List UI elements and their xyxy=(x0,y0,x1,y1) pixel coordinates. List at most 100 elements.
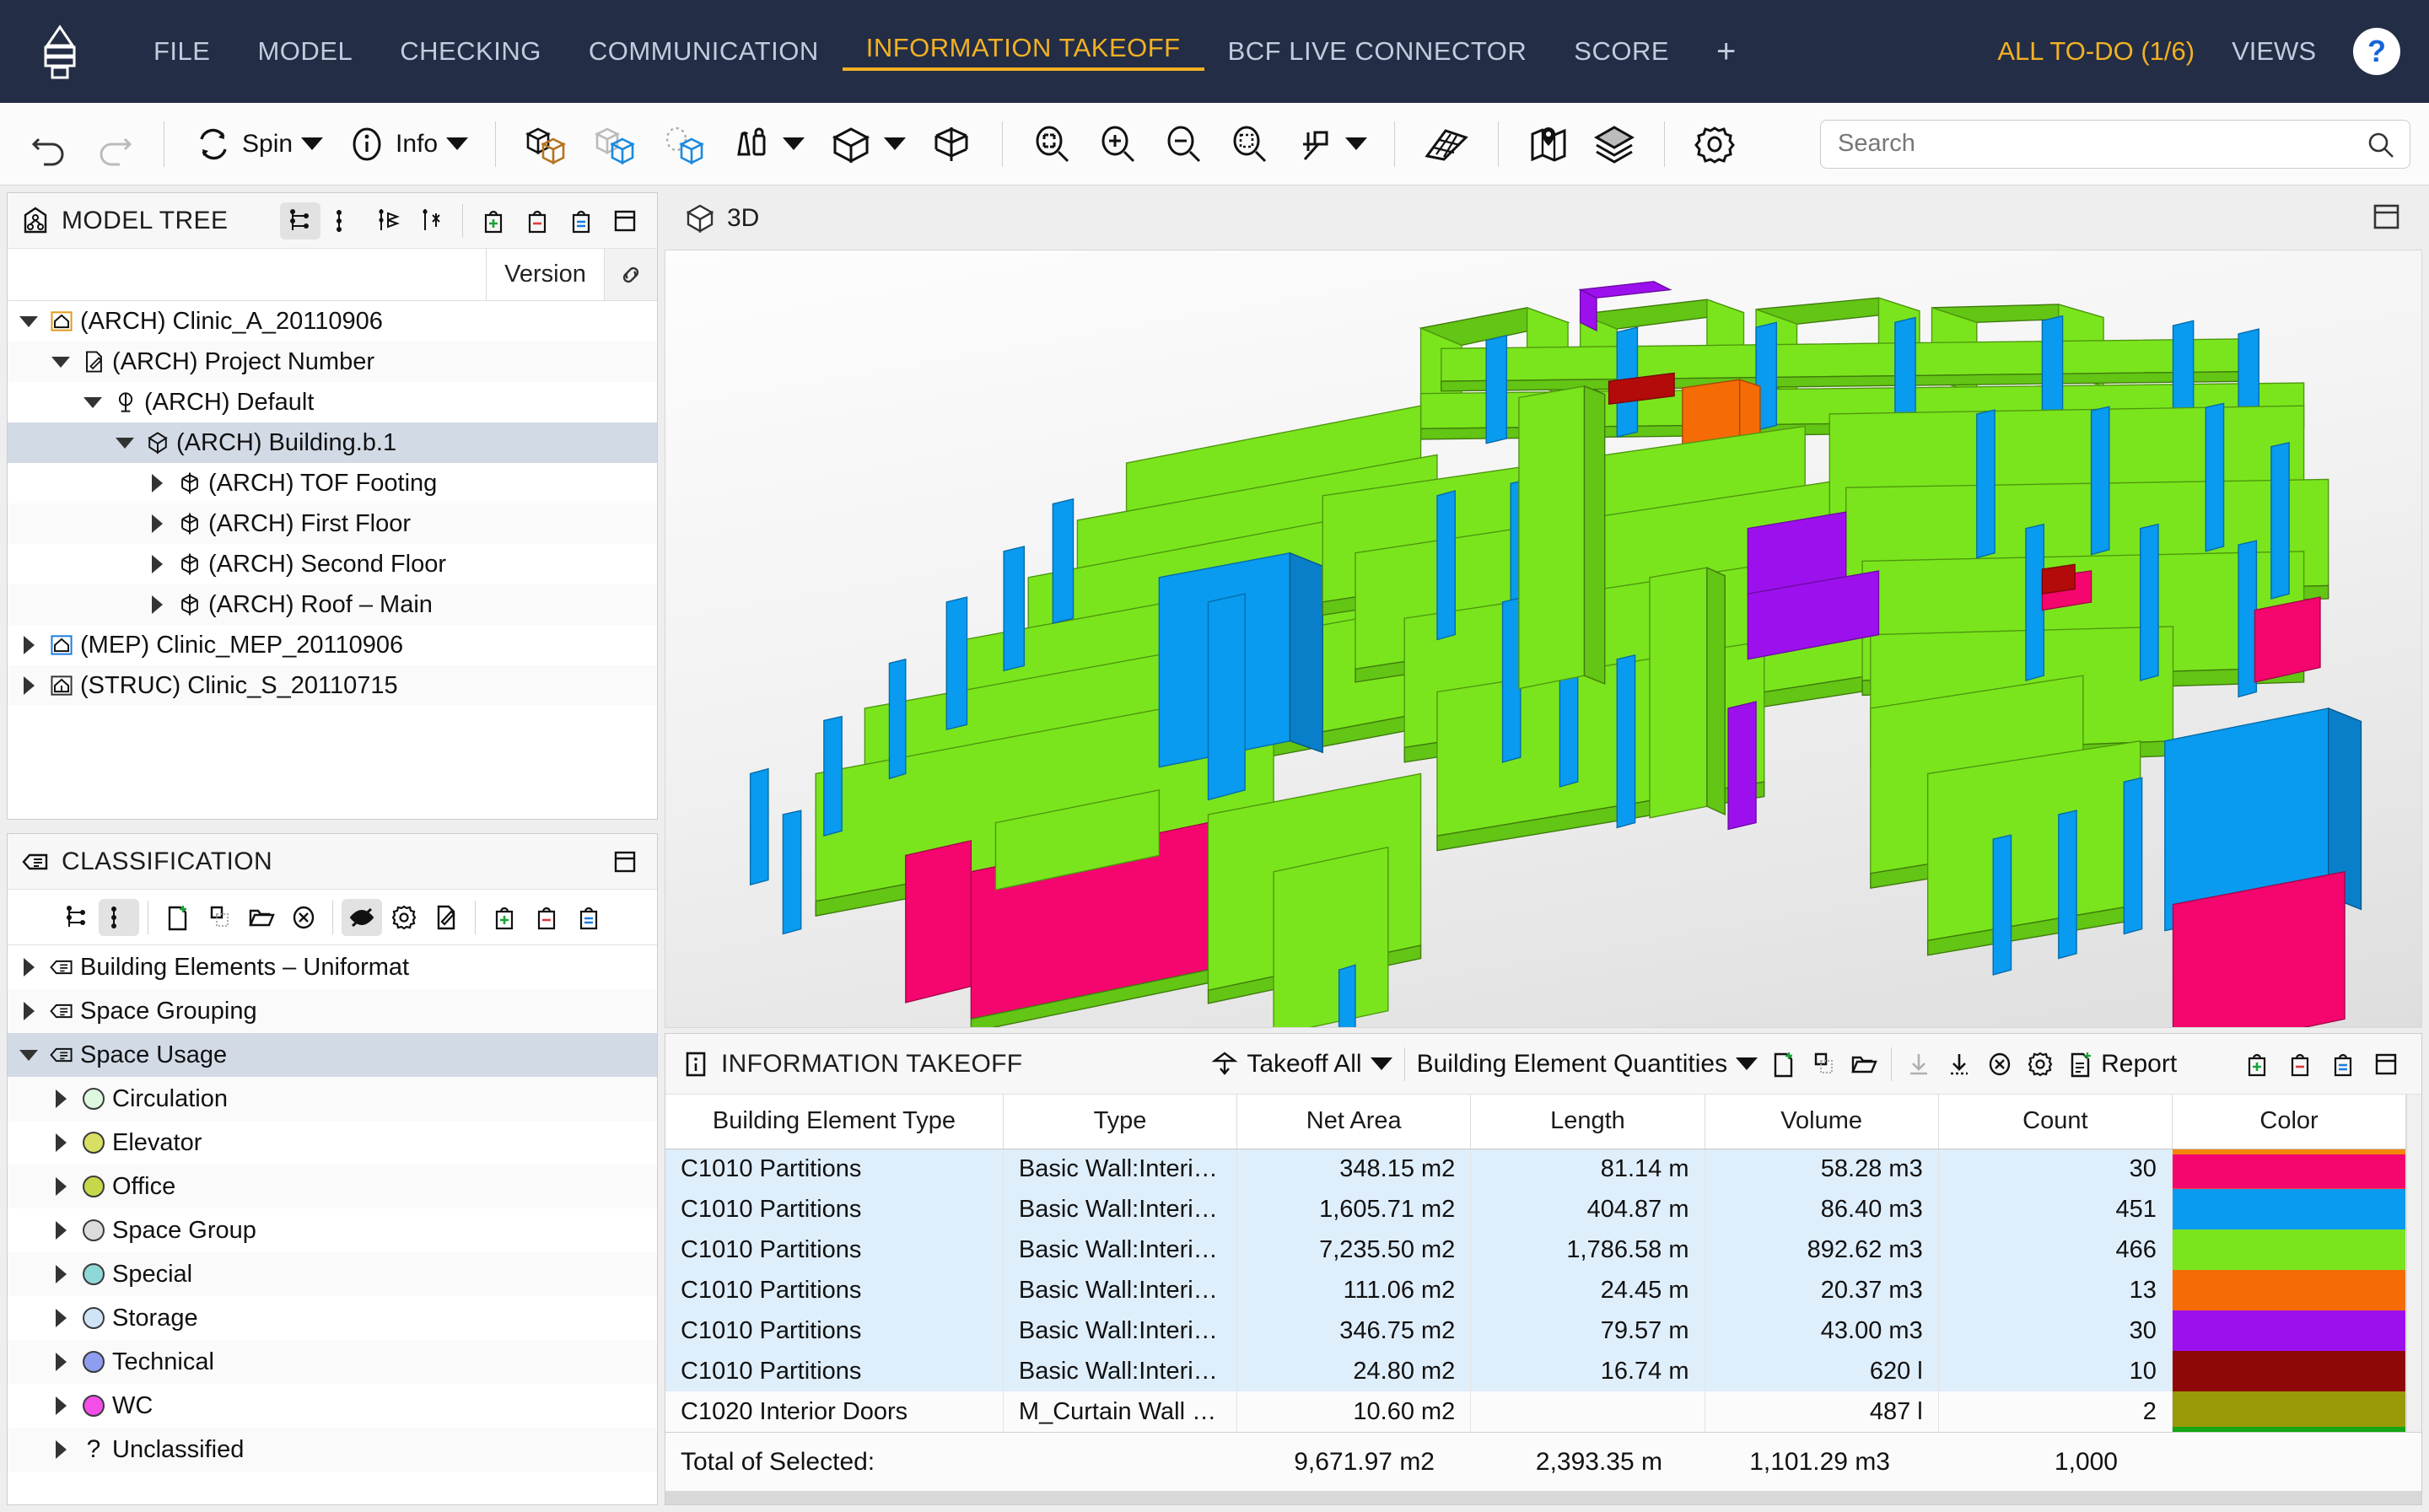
model-tree-row[interactable]: (MEP) Clinic_MEP_20110906 xyxy=(8,625,657,665)
model-tree-row[interactable]: (ARCH) Roof – Main xyxy=(8,584,657,625)
classification-expand-arrow[interactable] xyxy=(46,1221,75,1240)
chevron-down-icon[interactable] xyxy=(446,137,469,150)
tree-expand-arrow[interactable] xyxy=(143,474,171,492)
takeoff-color-swatch[interactable] xyxy=(2172,1310,2407,1351)
model-tree-row[interactable]: (ARCH) Building.b.1 xyxy=(8,422,657,463)
menu-item-score[interactable]: SCORE xyxy=(1550,36,1693,67)
takeoff-color-swatch[interactable] xyxy=(2172,1270,2407,1310)
info-button[interactable]: Info xyxy=(337,119,477,169)
model-tree-row[interactable]: (ARCH) First Floor xyxy=(8,503,657,544)
takeoff-table-row[interactable]: C1010 Partitions Basic Wall:Interior ... 1… xyxy=(665,1270,2407,1310)
classification-row[interactable]: Storage xyxy=(8,1296,657,1340)
selection-basket-icon[interactable] xyxy=(722,119,813,169)
new-takeoff-icon[interactable] xyxy=(1763,1046,1803,1083)
link-icon[interactable] xyxy=(605,249,657,300)
hide-selected-cubes-icon[interactable] xyxy=(584,119,648,169)
chevron-down-icon[interactable] xyxy=(1370,1057,1392,1070)
takeoff-column-header[interactable]: Type xyxy=(1003,1095,1238,1149)
redo-icon[interactable] xyxy=(84,119,145,169)
takeoff-column-header[interactable]: Length xyxy=(1470,1095,1705,1149)
tree-expand-arrow[interactable] xyxy=(143,514,171,533)
classification-row[interactable]: Office xyxy=(8,1165,657,1208)
duplicate-classification-icon[interactable] xyxy=(199,899,240,936)
help-icon[interactable]: ? xyxy=(2353,28,2400,75)
classification-expand-arrow[interactable] xyxy=(14,1002,43,1020)
panel-layout-icon[interactable] xyxy=(2366,1046,2406,1083)
tree-expand-arrow[interactable] xyxy=(14,636,43,654)
takeoff-color-swatch[interactable] xyxy=(2172,1351,2407,1391)
classification-expand-arrow[interactable] xyxy=(46,1177,75,1196)
delete-classification-icon[interactable] xyxy=(283,899,324,936)
viewport-layout-icon[interactable] xyxy=(2370,200,2404,238)
spin-button[interactable]: Spin xyxy=(183,119,331,169)
classification-list[interactable]: Building Elements – Uniformat Space Group… xyxy=(8,945,657,1504)
takeoff-vertical-scrollbar[interactable] xyxy=(2406,1095,2421,1432)
replace-basket-icon[interactable] xyxy=(568,899,609,936)
remove-from-basket-icon[interactable] xyxy=(2280,1046,2320,1083)
chevron-down-icon[interactable] xyxy=(1736,1057,1758,1070)
open-classification-icon[interactable] xyxy=(241,899,282,936)
takeoff-table-body[interactable]: C1010 Partitions Basic Wall:Interior ... 3… xyxy=(665,1149,2407,1432)
all-todo-button[interactable]: ALL TO-DO (1/6) xyxy=(1997,36,2195,67)
model-tree-list[interactable]: (ARCH) Clinic_A_20110906 (ARCH) Project N… xyxy=(8,301,657,819)
takeoff-table[interactable]: Building Element Type Type Net Area Length V… xyxy=(665,1095,2407,1432)
classification-row[interactable]: Technical xyxy=(8,1340,657,1384)
tree-expand-arrow[interactable] xyxy=(46,356,75,368)
3d-viewport[interactable]: .g { fill:#7ae51c; stroke:#4e9610; strok… xyxy=(665,250,2422,1028)
tree-layers-icon[interactable] xyxy=(368,202,408,239)
report-button[interactable]: Report xyxy=(2060,1047,2182,1081)
classification-expand-arrow[interactable] xyxy=(14,1049,43,1061)
tree-expand-arrow[interactable] xyxy=(14,676,43,695)
takeoff-column-header[interactable]: Building Element Type xyxy=(665,1095,1004,1149)
tree-merge-icon[interactable] xyxy=(412,202,452,239)
duplicate-takeoff-icon[interactable] xyxy=(1803,1046,1844,1083)
takeoff-column-header[interactable]: Count xyxy=(1938,1095,2173,1149)
remove-from-basket-icon[interactable] xyxy=(517,202,557,239)
tree-expand-arrow[interactable] xyxy=(143,595,171,614)
takeoff-table-header[interactable]: Building Element Type Type Net Area Length V… xyxy=(665,1095,2407,1149)
zoom-fit-icon[interactable] xyxy=(1021,119,1082,169)
takeoff-color-swatch[interactable] xyxy=(2172,1149,2407,1189)
viewport-tab-3d[interactable]: 3D xyxy=(727,204,759,233)
classification-row[interactable]: Space Group xyxy=(8,1208,657,1252)
replace-basket-icon[interactable] xyxy=(2323,1046,2363,1083)
model-tree-row[interactable]: (ARCH) TOF Footing xyxy=(8,463,657,503)
view-cube-icon[interactable] xyxy=(818,119,914,169)
perspective-grid-icon[interactable] xyxy=(1414,119,1479,169)
classification-expand-arrow[interactable] xyxy=(46,1133,75,1152)
model-tree-row[interactable]: (ARCH) Default xyxy=(8,382,657,422)
tree-expand-arrow[interactable] xyxy=(14,315,43,327)
gear-icon[interactable] xyxy=(1683,118,1746,170)
zoom-in-icon[interactable] xyxy=(1087,119,1148,169)
tree-flat-list-icon[interactable] xyxy=(324,202,364,239)
takeoff-column-header[interactable]: Volume xyxy=(1705,1095,1939,1149)
map-pin-icon[interactable] xyxy=(1517,119,1578,169)
classification-row[interactable]: Circulation xyxy=(8,1077,657,1121)
takeoff-column-header[interactable]: Color xyxy=(2172,1095,2407,1149)
app-logo-icon[interactable] xyxy=(29,22,91,81)
menu-item-file[interactable]: FILE xyxy=(130,36,234,67)
classification-row[interactable]: WC xyxy=(8,1384,657,1428)
delete-takeoff-icon[interactable] xyxy=(1979,1046,2020,1083)
classification-expand-arrow[interactable] xyxy=(46,1353,75,1371)
search-input[interactable] xyxy=(1820,119,2410,169)
model-tree-row[interactable]: (ARCH) Second Floor xyxy=(8,544,657,584)
edit-classification-icon[interactable] xyxy=(426,899,466,936)
menu-item-model[interactable]: MODEL xyxy=(234,36,376,67)
tree-expand-arrow[interactable] xyxy=(78,396,107,408)
chevron-down-icon[interactable] xyxy=(783,137,805,150)
isolate-selected-icon[interactable] xyxy=(653,119,717,169)
takeoff-table-row[interactable]: C1010 Partitions Basic Wall:Interior ... 7… xyxy=(665,1230,2407,1270)
replace-basket-icon[interactable] xyxy=(561,202,601,239)
chevron-down-icon[interactable] xyxy=(884,137,907,150)
hide-classification-icon[interactable] xyxy=(341,898,382,936)
layers-icon[interactable] xyxy=(1583,119,1645,169)
tree-expand-arrow[interactable] xyxy=(143,555,171,573)
classification-expand-arrow[interactable] xyxy=(46,1309,75,1327)
takeoff-settings-gear-icon[interactable] xyxy=(2020,1046,2060,1083)
takeoff-column-header[interactable]: Net Area xyxy=(1236,1095,1472,1149)
export-icon[interactable] xyxy=(1939,1046,1979,1083)
import-icon[interactable] xyxy=(1898,1046,1939,1083)
takeoff-color-swatch[interactable] xyxy=(2172,1391,2407,1432)
tree-hierarchy-icon[interactable] xyxy=(280,202,320,239)
